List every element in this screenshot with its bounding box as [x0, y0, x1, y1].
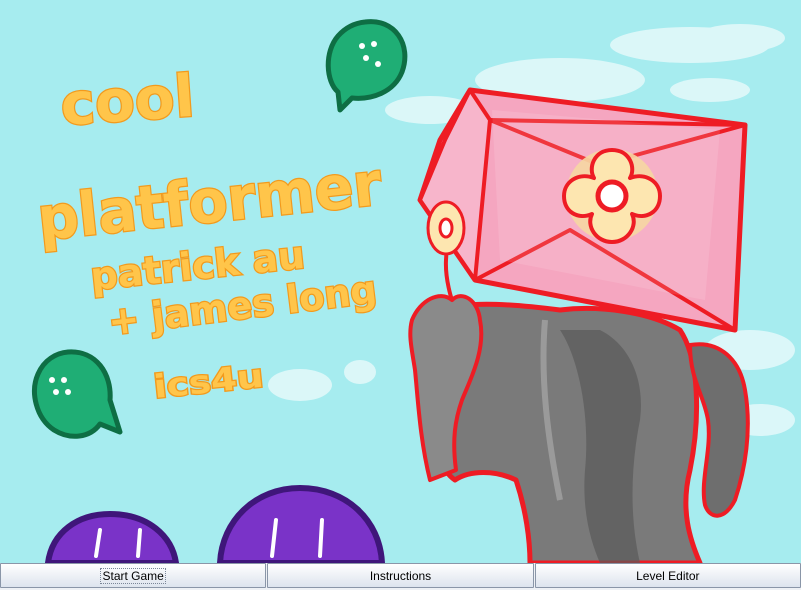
title-screen: cool platformer patrick au + james long … [0, 0, 801, 590]
level-editor-button[interactable]: Level Editor [534, 563, 801, 588]
purple-slime-left [45, 511, 179, 563]
green-slime-left [32, 349, 123, 439]
title-illustration: cool platformer patrick au + james long … [32, 19, 795, 563]
title-line-platformer: platformer [34, 149, 385, 255]
level-editor-label: Level Editor [636, 568, 700, 583]
start-game-button[interactable]: Start Game [0, 563, 267, 588]
green-slime-top [325, 19, 408, 113]
purple-slime-right [217, 485, 385, 563]
title-line-cool: cool [58, 62, 196, 139]
instructions-label: Instructions [369, 568, 432, 583]
main-menu-bar: Start Game Instructions Level Editor [0, 563, 801, 590]
title-line-ics4u: ics4u [152, 357, 265, 406]
title-artwork: cool platformer patrick au + james long … [0, 0, 801, 563]
side-flower-emblem [426, 200, 466, 256]
instructions-button[interactable]: Instructions [267, 563, 534, 588]
box-head-character [408, 87, 750, 563]
start-game-label: Start Game [100, 567, 166, 584]
